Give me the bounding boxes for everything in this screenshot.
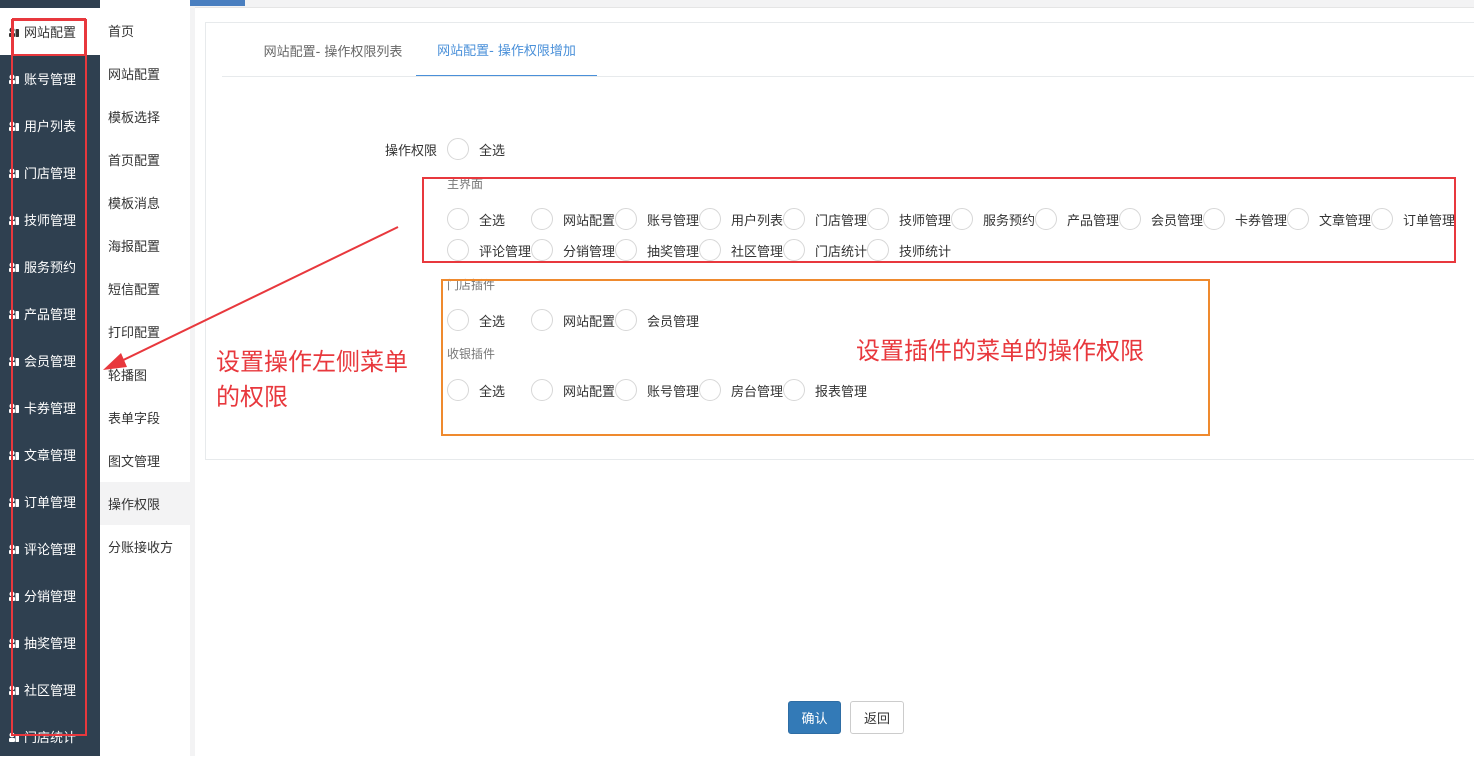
sub-sidebar: 首页 网站配置 模板选择 首页配置 模板消息 海报配置 短信配置 打印配置 轮播图 表单字段 图文管… [100,0,190,756]
sidebar-first-item-highlight [12,18,86,56]
confirm-button[interactable]: 确认 [788,701,841,734]
back-button[interactable]: 返回 [850,701,904,734]
select-all-radio[interactable] [447,138,469,160]
subnav-item-9[interactable]: 表单字段 [100,396,190,439]
subnav-item-10[interactable]: 图文管理 [100,439,190,482]
subnav-item-2[interactable]: 模板选择 [100,95,190,138]
subnav-item-1[interactable]: 网站配置 [100,52,190,95]
top-bar [195,0,1474,8]
main-interface-highlight-box [422,177,1456,263]
left-menu-note-line2: 的权限 [216,383,288,411]
left-menu-note-line1: 设置操作左侧菜单 [216,348,408,376]
sidebar-divider [190,0,195,756]
subnav-item-3[interactable]: 首页配置 [100,138,190,181]
subnav-item-11[interactable]: 操作权限 [100,482,190,525]
subnav-item-12[interactable]: 分账接收方 [100,525,190,568]
tab-permission-list[interactable]: 网站配置- 操作权限列表 [238,23,428,77]
tab-underline [222,76,1474,77]
subnav-item-0[interactable]: 首页 [100,9,190,52]
select-all-label: 全选 [479,144,506,159]
active-page-tab-indicator[interactable] [190,0,245,6]
permission-label: 操作权限 [385,144,438,159]
sidebar-highlight-box [11,19,87,736]
tab-permission-add[interactable]: 网站配置- 操作权限增加 [416,23,597,77]
plugin-menu-note: 设置插件的菜单的操作权限 [856,337,1144,365]
